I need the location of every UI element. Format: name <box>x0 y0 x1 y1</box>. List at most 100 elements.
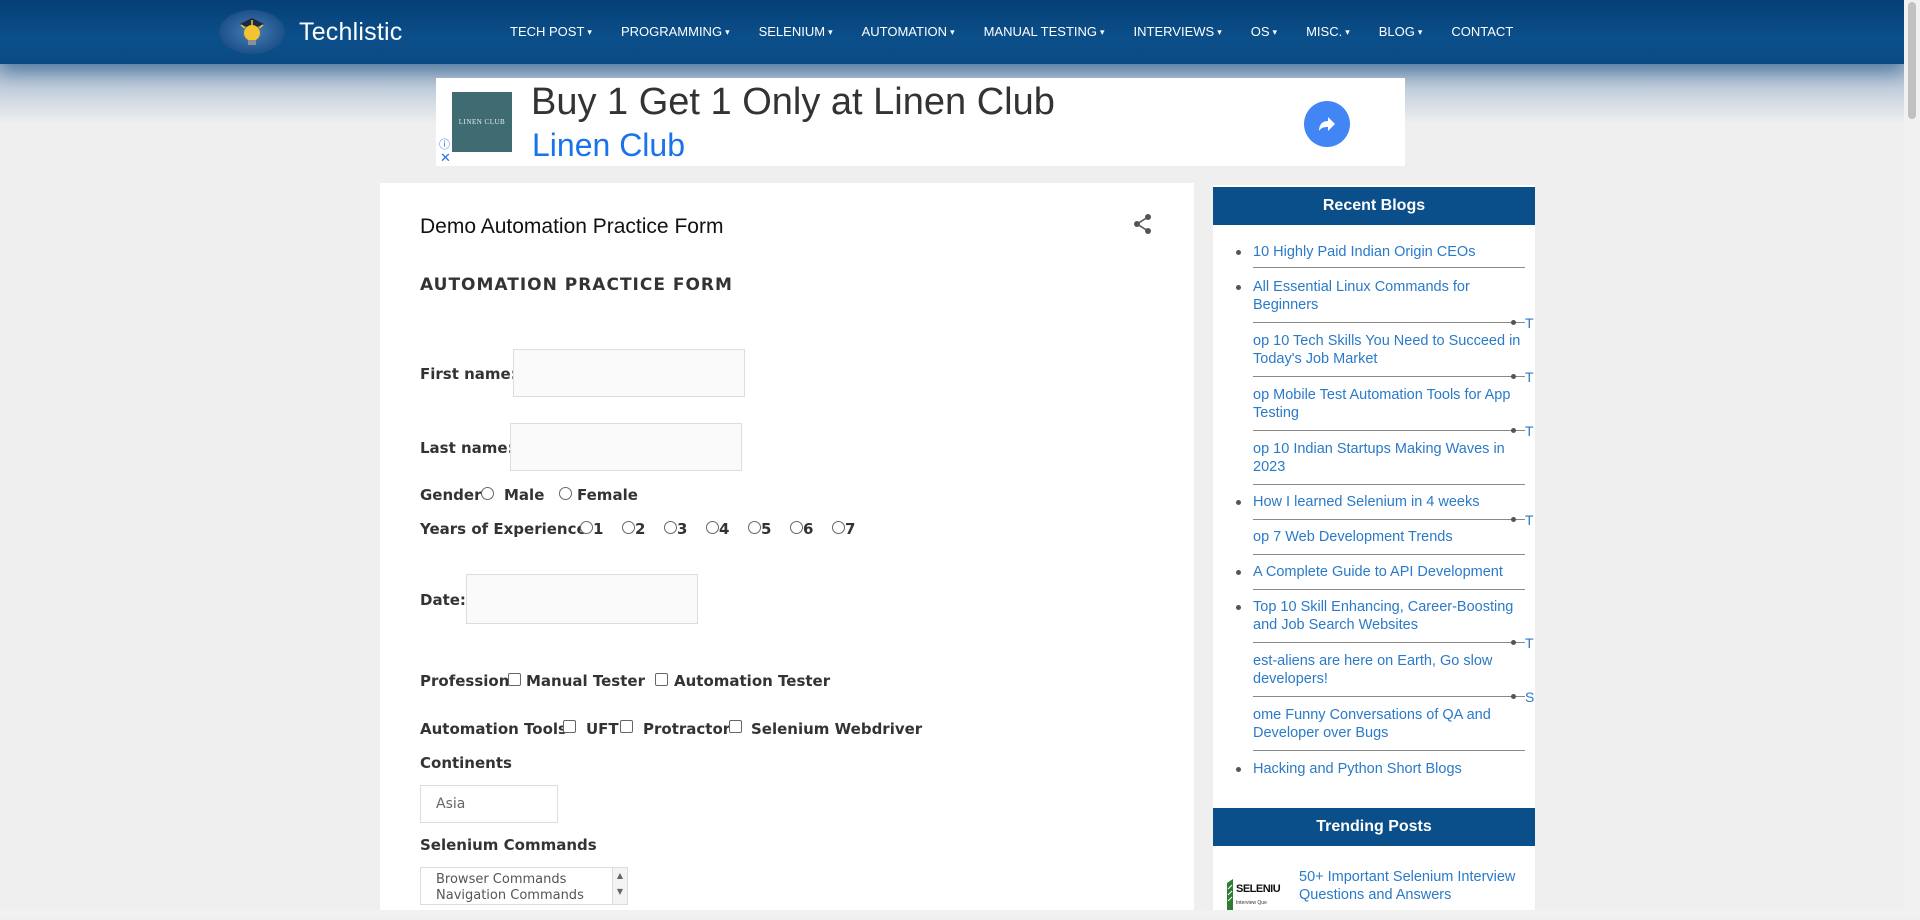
tool-uft-label: UFT <box>586 720 619 738</box>
page-scrollbar[interactable] <box>1904 0 1920 918</box>
bullet <box>1511 694 1516 699</box>
tool-protractor-checkbox[interactable] <box>620 720 633 733</box>
recent-blog-link[interactable]: est-aliens are here on Earth, Go slow de… <box>1253 652 1525 688</box>
continents-label: Continents <box>420 754 512 772</box>
gender-male-label: Male <box>504 486 545 504</box>
share-icon[interactable] <box>1132 213 1154 240</box>
nav-manual-testing[interactable]: MANUAL TESTING ▾ <box>984 24 1105 39</box>
profession-manual-checkbox[interactable] <box>508 673 521 686</box>
tool-uft-checkbox[interactable] <box>563 720 576 733</box>
site-name: Techlistic <box>299 17 403 46</box>
bullet <box>1236 605 1241 610</box>
ad-advertiser[interactable]: Linen Club <box>532 127 685 164</box>
nav-os[interactable]: OS ▾ <box>1251 24 1277 39</box>
experience-label: Years of Experience <box>420 520 587 538</box>
experience-option-7: 7 <box>845 520 856 538</box>
stray-letter[interactable]: T <box>1525 423 1534 439</box>
trending-thumbnail[interactable]: SELENIU Interview Que <box>1225 875 1283 915</box>
nav-misc[interactable]: MISC. ▾ <box>1306 24 1350 39</box>
experience-radio-4[interactable] <box>706 521 719 534</box>
experience-radio-2[interactable] <box>622 521 635 534</box>
tool-selenium-label: Selenium Webdriver <box>751 720 923 738</box>
experience-option-2: 2 <box>635 520 646 538</box>
recent-blog-link[interactable]: op Mobile Test Automation Tools for App … <box>1253 386 1525 422</box>
first-name-input[interactable] <box>513 349 745 397</box>
horizontal-scrollbar[interactable] <box>0 910 1904 918</box>
nav-programming[interactable]: PROGRAMMING ▾ <box>621 24 730 39</box>
experience-radio-3[interactable] <box>664 521 677 534</box>
recent-blog-link[interactable]: Hacking and Python Short Blogs <box>1236 760 1525 778</box>
divider <box>1253 322 1525 323</box>
ad-logo: LINEN CLUB <box>452 92 512 152</box>
profession-automation-label: Automation Tester <box>674 672 831 690</box>
gender-female-radio[interactable] <box>559 487 572 500</box>
scrollbar-thumb[interactable] <box>1908 2 1916 119</box>
caret-down-icon: ▾ <box>1217 26 1222 37</box>
bullet <box>1511 640 1516 645</box>
continents-select[interactable]: Asia <box>420 785 558 823</box>
nav-selenium[interactable]: SELENIUM ▾ <box>759 24 833 39</box>
recent-blog-link[interactable]: op 10 Tech Skills You Need to Succeed in… <box>1253 332 1525 368</box>
stray-letter[interactable]: T <box>1525 369 1534 385</box>
divider <box>1253 696 1525 697</box>
divider <box>1253 267 1525 268</box>
experience-option-4: 4 <box>719 520 730 538</box>
stray-letter[interactable]: T <box>1525 512 1534 528</box>
divider <box>1253 430 1525 431</box>
commands-option[interactable]: Navigation Commands <box>436 888 612 904</box>
recent-blog-link[interactable]: All Essential Linux Commands for Beginne… <box>1236 278 1525 314</box>
stray-letter[interactable]: T <box>1525 635 1534 651</box>
bullet <box>1236 570 1241 575</box>
date-input[interactable] <box>466 574 698 624</box>
caret-down-icon: ▾ <box>1345 26 1350 37</box>
commands-multiselect[interactable]: Browser Commands Navigation Commands ▲ ▼ <box>420 867 628 905</box>
nav-contact[interactable]: CONTACT <box>1451 24 1513 39</box>
ad-headline[interactable]: Buy 1 Get 1 Only at Linen Club <box>531 81 1055 124</box>
last-name-input[interactable] <box>510 423 742 471</box>
nav-automation[interactable]: AUTOMATION ▾ <box>862 24 955 39</box>
nav-interviews[interactable]: INTERVIEWS ▾ <box>1134 24 1222 39</box>
stray-letter[interactable]: T <box>1525 315 1534 331</box>
profession-label: Profession <box>420 672 510 690</box>
tools-label: Automation Tools <box>420 720 567 738</box>
divider <box>1253 484 1525 485</box>
ad-open-arrow-icon[interactable] <box>1304 101 1350 147</box>
recent-blog-link[interactable]: 10 Highly Paid Indian Origin CEOs <box>1236 243 1525 261</box>
divider <box>1253 750 1525 751</box>
recent-blog-link[interactable]: A Complete Guide to API Development <box>1236 563 1525 581</box>
experience-radio-5[interactable] <box>748 521 761 534</box>
sidebar: Recent Blogs 10 Highly Paid Indian Origi… <box>1213 185 1535 918</box>
divider <box>1253 589 1525 590</box>
recent-blog-link[interactable]: op 10 Indian Startups Making Waves in 20… <box>1253 440 1525 476</box>
experience-radio-7[interactable] <box>832 521 845 534</box>
bulb-logo-icon <box>219 10 285 54</box>
profession-automation-checkbox[interactable] <box>655 673 668 686</box>
multiselect-scrollbar[interactable]: ▲ ▼ <box>612 868 627 904</box>
recent-blog-link[interactable]: Top 10 Skill Enhancing, Career-Boosting … <box>1236 598 1525 634</box>
bullet <box>1511 517 1516 522</box>
first-name-label: First name: <box>420 365 517 383</box>
trending-thumb-subtext: Interview Que <box>1236 900 1267 906</box>
experience-radio-1[interactable] <box>580 521 593 534</box>
site-logo[interactable]: Techlistic <box>219 8 402 56</box>
experience-option-6: 6 <box>803 520 814 538</box>
recent-blog-link[interactable]: op 7 Web Development Trends <box>1253 528 1525 546</box>
commands-label: Selenium Commands <box>420 836 597 854</box>
commands-option[interactable]: Browser Commands <box>436 872 612 888</box>
recent-blogs-heading: Recent Blogs <box>1213 187 1535 225</box>
trending-post-link[interactable]: 50+ Important Selenium Interview Questio… <box>1299 868 1529 904</box>
experience-radio-6[interactable] <box>790 521 803 534</box>
gender-male-radio[interactable] <box>481 487 494 500</box>
recent-blog-link[interactable]: How I learned Selenium in 4 weeks <box>1236 493 1525 511</box>
ad-banner[interactable]: LINEN CLUB Buy 1 Get 1 Only at Linen Clu… <box>436 78 1405 166</box>
nav-tech-post[interactable]: TECH POST ▾ <box>510 24 592 39</box>
stray-letter[interactable]: S <box>1525 689 1534 705</box>
caret-down-icon: ▾ <box>1272 26 1278 37</box>
recent-blog-link[interactable]: ome Funny Conversations of QA and Develo… <box>1253 706 1525 742</box>
experience-option-1: 1 <box>593 520 604 538</box>
caret-down-icon: ▾ <box>587 26 592 37</box>
ad-close-icon[interactable]: ✕ <box>440 150 451 166</box>
tool-selenium-checkbox[interactable] <box>729 720 742 733</box>
bullet <box>1236 250 1241 255</box>
nav-blog[interactable]: BLOG ▾ <box>1379 24 1423 39</box>
